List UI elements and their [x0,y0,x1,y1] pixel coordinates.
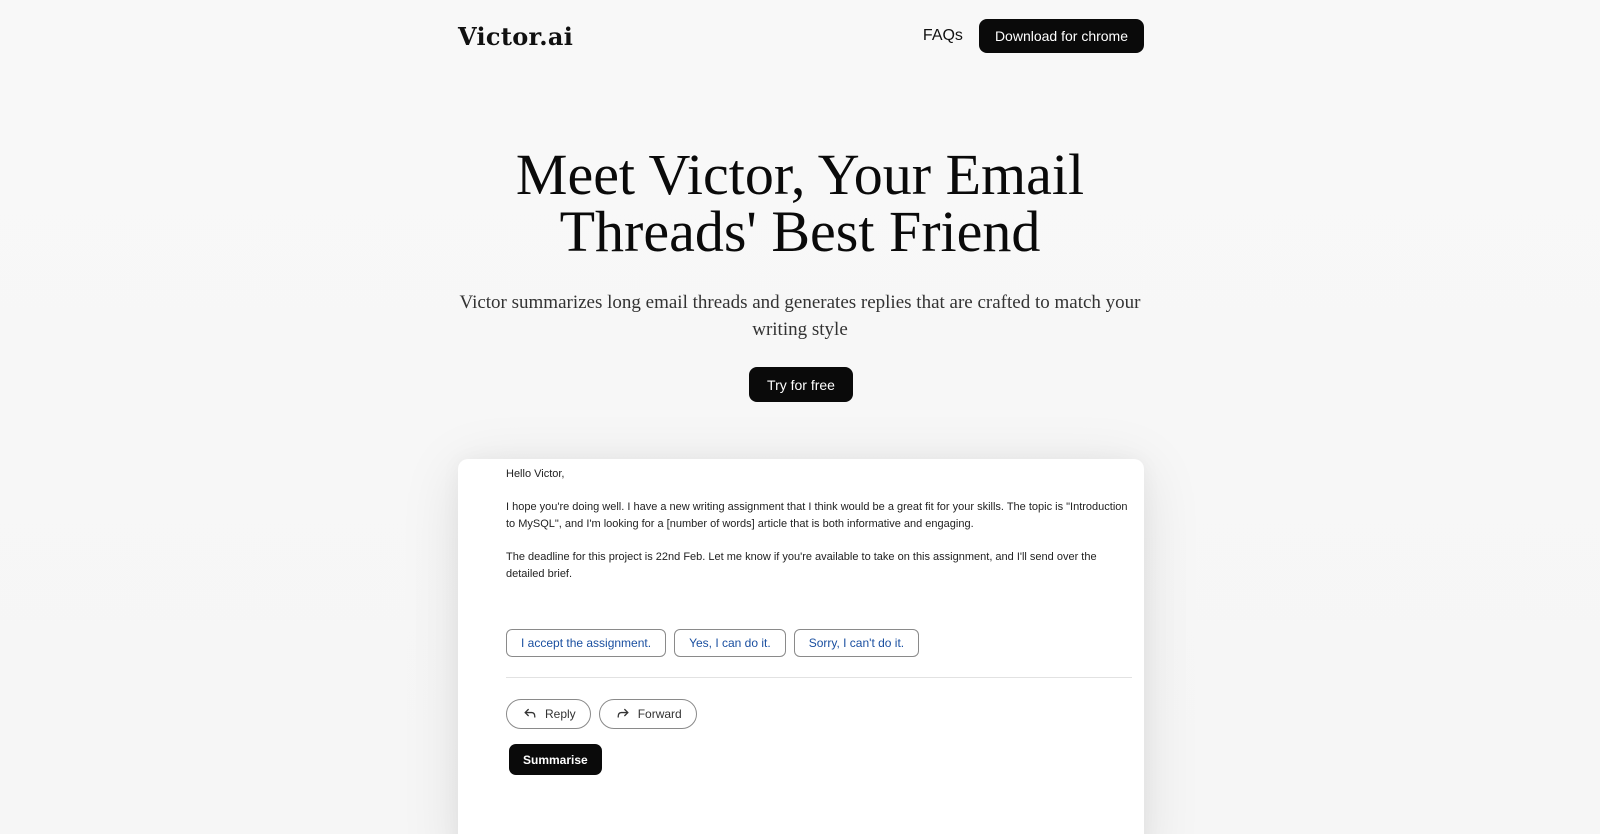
landing-page: Victor.ai FAQs Download for chrome Meet … [0,0,1600,834]
suggestion-sorry-cant-do[interactable]: Sorry, I can't do it. [793,629,920,657]
forward-button[interactable]: Forward [598,699,697,729]
reply-button[interactable]: Reply [506,699,591,729]
reply-label: Reply [545,707,576,721]
hero-subtitle: Victor summarizes long email threads and… [459,292,1141,340]
email-actions: Reply Forward [506,699,697,729]
reply-arrow-icon [523,706,537,723]
forward-arrow-icon [616,706,630,723]
suggestion-yes-can-do[interactable]: Yes, I can do it. [674,629,786,657]
hero-title: Meet Victor, Your Email Threads' Best Fr… [400,146,1200,261]
download-for-chrome-button[interactable]: Download for chrome [978,19,1144,53]
suggestion-accept-assignment[interactable]: I accept the assignment. [506,629,667,657]
top-nav: Victor.ai FAQs Download for chrome [458,18,1144,54]
forward-label: Forward [637,707,682,721]
email-paragraph-1: I hope you're doing well. I have a new w… [506,501,1128,530]
summarise-button[interactable]: Summarise [509,744,602,775]
email-greeting: Hello Victor, [506,468,565,480]
logo[interactable]: Victor.ai [458,22,573,51]
faqs-link[interactable]: FAQs [923,27,963,45]
suggested-replies: I accept the assignment. Yes, I can do i… [506,629,920,657]
hero-title-line-2: Threads' Best Friend [559,199,1041,264]
email-body: Hello Victor, I hope you're doing well. … [506,466,1136,599]
email-preview-card: Hello Victor, I hope you're doing well. … [458,459,1144,834]
hero-title-line-1: Meet Victor, Your Email [515,142,1085,207]
email-paragraph-2: The deadline for this project is 22nd Fe… [506,551,1097,580]
try-for-free-button[interactable]: Try for free [749,367,853,402]
nav-actions: FAQs Download for chrome [923,19,1144,53]
divider [506,677,1132,678]
